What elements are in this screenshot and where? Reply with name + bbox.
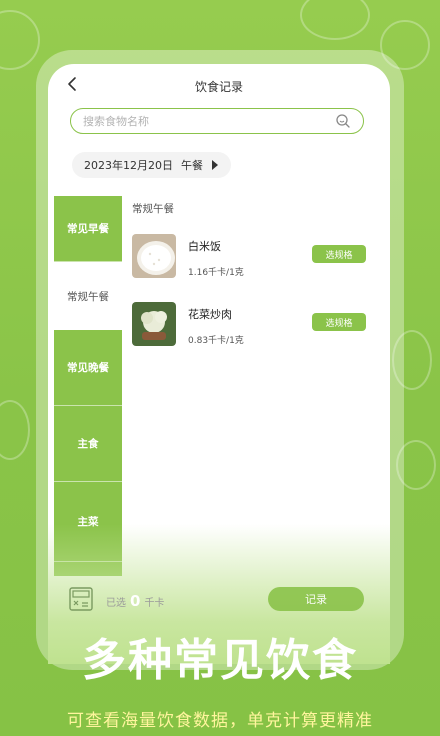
food-item-cauliflower-pork[interactable]: 花菜炒肉 0.83千卡/1克 选规格 bbox=[132, 302, 366, 352]
sidebar-item-label: 常见晚餐 bbox=[67, 362, 109, 374]
food-calories: 1.16千卡/1克 bbox=[188, 265, 244, 278]
date-meal-selector[interactable]: 2023年12月20日 午餐 bbox=[72, 152, 231, 178]
calculator-icon bbox=[69, 587, 93, 611]
food-calories: 0.83千卡/1克 bbox=[188, 333, 244, 346]
search-bar[interactable] bbox=[70, 108, 364, 134]
bottom-bar: 已选 0 千卡 记录 bbox=[48, 574, 390, 624]
promo-subline: 可查看海量饮食数据，单克计算更精准 bbox=[67, 711, 373, 731]
calories-unit: /1克 bbox=[226, 336, 244, 346]
sidebar-item-label: 常见早餐 bbox=[67, 223, 109, 235]
cauliflower-pork-image bbox=[132, 302, 176, 346]
selected-count: 0 bbox=[130, 592, 141, 610]
sidebar-item-breakfast[interactable]: 常见早餐 bbox=[54, 196, 122, 262]
nav-bar: 饮食记录 bbox=[48, 64, 390, 108]
sidebar-item-label: 主菜 bbox=[77, 516, 99, 528]
selected-unit: 千卡 bbox=[144, 598, 165, 609]
search-input[interactable] bbox=[83, 114, 335, 128]
app-screen: 饮食记录 2023年12月20日 午餐 常见早餐 常规午餐 常见晚餐 主食 主菜 bbox=[48, 64, 390, 664]
page-title: 饮食记录 bbox=[194, 80, 243, 94]
sidebar-item-main-dish[interactable]: 主菜 bbox=[54, 482, 122, 562]
sidebar-item-staple[interactable]: 主食 bbox=[54, 406, 122, 482]
food-name: 白米饭 bbox=[188, 240, 221, 253]
meal-text: 午餐 bbox=[181, 159, 203, 172]
sidebar-item-label: 主食 bbox=[77, 438, 99, 450]
food-item-rice[interactable]: 白米饭 1.16千卡/1克 选规格 bbox=[132, 234, 366, 284]
calories-unit: /1克 bbox=[226, 268, 244, 278]
food-name: 花菜炒肉 bbox=[188, 308, 232, 321]
search-icon[interactable] bbox=[335, 113, 351, 129]
calories-value: 0.83千卡 bbox=[188, 336, 227, 346]
category-sidebar: 常见早餐 常规午餐 常见晚餐 主食 主菜 bbox=[54, 196, 122, 576]
section-title: 常规午餐 bbox=[132, 203, 174, 215]
date-text: 2023年12月20日 bbox=[84, 159, 173, 172]
triangle-right-icon bbox=[212, 160, 218, 170]
sidebar-item-lunch[interactable]: 常规午餐 bbox=[54, 262, 122, 330]
rice-image bbox=[132, 234, 176, 278]
select-spec-button[interactable]: 选规格 bbox=[312, 245, 366, 263]
promo-headline: 多种常见饮食 bbox=[82, 635, 358, 686]
select-spec-button[interactable]: 选规格 bbox=[312, 313, 366, 331]
record-button[interactable]: 记录 bbox=[268, 587, 364, 611]
sidebar-item-label: 常规午餐 bbox=[67, 290, 109, 303]
sidebar-item-dinner[interactable]: 常见晚餐 bbox=[54, 330, 122, 406]
selected-prefix: 已选 bbox=[106, 598, 126, 609]
selected-calories: 已选 0 千卡 bbox=[106, 592, 164, 610]
calories-value: 1.16千卡 bbox=[188, 268, 227, 278]
